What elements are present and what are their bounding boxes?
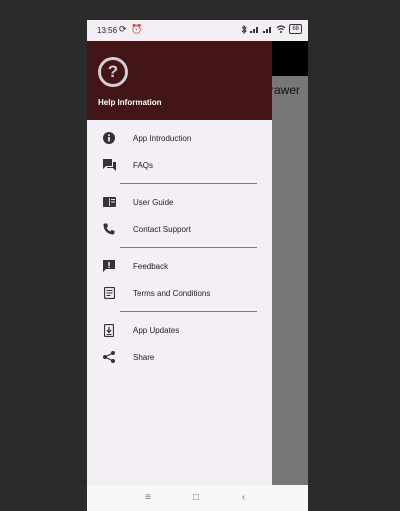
status-bar: 13:56 ⟳ ⏰ 88 (87, 20, 308, 41)
document-icon (102, 286, 116, 300)
drawer-title: Help Information (98, 98, 162, 107)
wifi-icon (276, 25, 286, 33)
download-icon (102, 323, 116, 337)
menu-item-faqs[interactable]: FAQs (87, 153, 272, 177)
signal-icon (263, 27, 272, 33)
menu-item-label: App Updates (133, 325, 180, 335)
menu-item-label: Share (133, 352, 155, 362)
book-icon (102, 195, 116, 209)
menu-item-app-updates[interactable]: App Updates (87, 318, 272, 342)
status-notification-icons: ⟳ ⏰ (119, 24, 144, 34)
forum-icon (102, 158, 116, 172)
feedback-icon (102, 259, 116, 273)
bluetooth-icon (241, 24, 248, 34)
menu-item-feedback[interactable]: Feedback (87, 254, 272, 278)
menu-item-label: Feedback (133, 261, 169, 271)
menu-item-share[interactable]: Share (87, 345, 272, 369)
status-right-icons: 88 (241, 24, 302, 34)
menu-item-user-guide[interactable]: User Guide (87, 190, 272, 214)
battery-indicator: 88 (289, 24, 302, 34)
menu-item-label: Contact Support (133, 224, 191, 234)
app-title-partial: rawer (270, 83, 301, 97)
share-icon (102, 350, 116, 364)
info-icon (102, 131, 116, 145)
menu-item-label: App Introduction (133, 133, 192, 143)
menu-item-contact-support[interactable]: Contact Support (87, 217, 272, 241)
phone-screen: 13:56 ⟳ ⏰ 88 rawer ? Help Information Ap… (87, 20, 308, 511)
drawer-header: ? Help Information (87, 41, 272, 120)
nav-menu-button[interactable]: ≡ (145, 492, 151, 503)
phone-icon (102, 222, 116, 236)
menu-item-app-introduction[interactable]: App Introduction (87, 126, 272, 150)
menu-divider (120, 183, 257, 184)
menu-divider (120, 247, 257, 248)
signal-icon (250, 27, 259, 33)
menu-item-label: User Guide (133, 197, 174, 207)
system-nav-bar: ≡ □ ‹ (87, 485, 308, 511)
menu-divider (120, 311, 257, 312)
menu-item-label: FAQs (133, 160, 154, 170)
navigation-drawer: ? Help Information App Introduction FAQs (87, 41, 272, 485)
nav-home-button[interactable]: □ (193, 492, 199, 503)
nav-back-button[interactable]: ‹ (242, 492, 245, 503)
menu-item-terms-and-conditions[interactable]: Terms and Conditions (87, 281, 272, 305)
help-icon: ? (98, 57, 128, 87)
menu-item-label: Terms and Conditions (133, 288, 211, 298)
status-time: 13:56 (97, 26, 118, 35)
